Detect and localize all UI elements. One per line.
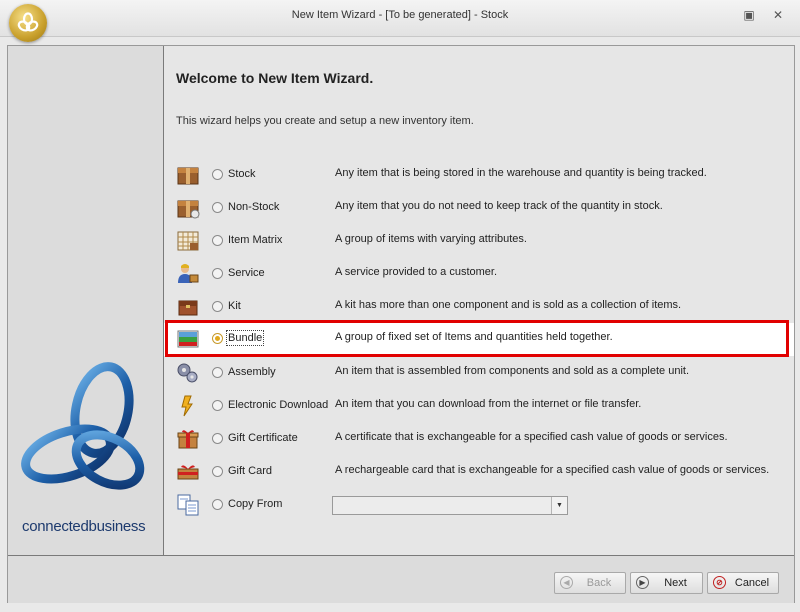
- branding-panel: connectedbusiness: [8, 46, 164, 555]
- item-type-label[interactable]: Bundle: [225, 330, 265, 346]
- item-type-row-copy-from[interactable]: Copy From ▼: [164, 489, 794, 522]
- back-button-label: Back: [586, 577, 612, 589]
- radio-service[interactable]: [212, 268, 223, 279]
- matrix-icon: [177, 231, 199, 251]
- item-type-label[interactable]: Item Matrix: [228, 234, 282, 246]
- item-type-description: A kit has more than one component and is…: [335, 299, 682, 311]
- item-type-description: A service provided to a customer.: [335, 266, 498, 278]
- bundle-icon: [177, 330, 199, 348]
- item-type-label[interactable]: Non-Stock: [228, 201, 279, 213]
- radio-electronic-download[interactable]: [212, 400, 223, 411]
- item-type-label[interactable]: Kit: [228, 300, 241, 312]
- item-type-row-item-matrix[interactable]: Item Matrix A group of items with varyin…: [164, 225, 794, 258]
- page-title: Welcome to New Item Wizard.: [176, 70, 374, 86]
- copy-from-dropdown[interactable]: ▼: [332, 496, 568, 515]
- radio-stock[interactable]: [212, 169, 223, 180]
- item-type-description: Any item that you do not need to keep tr…: [335, 200, 663, 212]
- brand-name-part1: connected: [22, 518, 89, 535]
- connected-business-logo-icon: [21, 362, 145, 490]
- item-type-description: A group of fixed set of Items and quanti…: [335, 331, 613, 343]
- chevron-down-icon[interactable]: ▼: [551, 497, 567, 514]
- radio-kit[interactable]: [212, 301, 223, 312]
- app-logo-icon[interactable]: [9, 4, 47, 42]
- service-person-icon: [178, 264, 199, 283]
- back-button[interactable]: ◀ Back: [554, 572, 626, 594]
- wizard-footer: ◀ Back ▶ Next ⊘ Cancel: [8, 555, 794, 603]
- radio-item-matrix[interactable]: [212, 235, 223, 246]
- radio-bundle[interactable]: [212, 333, 223, 344]
- radio-assembly[interactable]: [212, 367, 223, 378]
- wizard-frame: connectedbusiness Welcome to New Item Wi…: [7, 45, 795, 603]
- copy-documents-icon: [177, 494, 199, 516]
- item-type-row-electronic-download[interactable]: Electronic Download An item that you can…: [164, 390, 794, 423]
- item-type-row-bundle[interactable]: Bundle A group of fixed set of Items and…: [164, 323, 794, 356]
- item-type-row-assembly[interactable]: Assembly An item that is assembled from …: [164, 357, 794, 390]
- item-type-row-non-stock[interactable]: Non-Stock Any item that you do not need …: [164, 192, 794, 225]
- radio-gift-certificate[interactable]: [212, 433, 223, 444]
- item-type-label[interactable]: Assembly: [228, 366, 276, 378]
- gears-icon: [177, 363, 198, 383]
- box-icon: [177, 200, 200, 219]
- kit-chest-icon: [178, 300, 198, 316]
- item-type-description: A rechargeable card that is exchangeable…: [335, 464, 770, 476]
- page-description: This wizard helps you create and setup a…: [176, 115, 474, 127]
- cancel-button-label: Cancel: [734, 577, 770, 589]
- next-button-label: Next: [664, 577, 687, 589]
- cancel-button[interactable]: ⊘ Cancel: [707, 572, 779, 594]
- item-type-description: A group of items with varying attributes…: [335, 233, 527, 245]
- window-title: New Item Wizard - [To be generated] - St…: [291, 9, 509, 21]
- brand-name: connectedbusiness: [22, 518, 146, 535]
- next-button[interactable]: ▶ Next: [630, 572, 703, 594]
- item-type-label[interactable]: Gift Card: [228, 465, 272, 477]
- item-type-label[interactable]: Copy From: [228, 498, 282, 510]
- gift-card-icon: [177, 465, 199, 480]
- wizard-content: Welcome to New Item Wizard. This wizard …: [164, 46, 794, 555]
- item-type-label[interactable]: Service: [228, 267, 265, 279]
- title-bar: New Item Wizard - [To be generated] - St…: [0, 0, 800, 37]
- item-type-row-stock[interactable]: Stock Any item that is being stored in t…: [164, 159, 794, 192]
- item-type-row-gift-card[interactable]: Gift Card A rechargeable card that is ex…: [164, 456, 794, 489]
- item-type-description: An item that you can download from the i…: [335, 398, 642, 410]
- close-icon[interactable]: ✕: [770, 8, 786, 22]
- item-type-description: A certificate that is exchangeable for a…: [335, 431, 728, 443]
- brand-name-part2: business: [88, 518, 146, 535]
- item-type-label[interactable]: Gift Certificate: [228, 432, 298, 444]
- download-arrow-icon: [181, 395, 193, 417]
- item-type-row-kit[interactable]: Kit A kit has more than one component an…: [164, 291, 794, 324]
- item-type-label[interactable]: Stock: [228, 168, 256, 180]
- radio-gift-card[interactable]: [212, 466, 223, 477]
- item-type-label[interactable]: Electronic Download: [228, 399, 328, 411]
- item-type-row-gift-certificate[interactable]: Gift Certificate A certificate that is e…: [164, 423, 794, 456]
- gift-box-icon: [177, 430, 199, 449]
- radio-non-stock[interactable]: [212, 202, 223, 213]
- restore-icon[interactable]: ▣: [741, 8, 757, 22]
- box-icon: [177, 167, 199, 185]
- item-type-row-service[interactable]: Service A service provided to a customer…: [164, 258, 794, 291]
- item-type-description: An item that is assembled from component…: [335, 365, 690, 377]
- item-type-description: Any item that is being stored in the war…: [335, 167, 707, 179]
- radio-copy-from[interactable]: [212, 499, 223, 510]
